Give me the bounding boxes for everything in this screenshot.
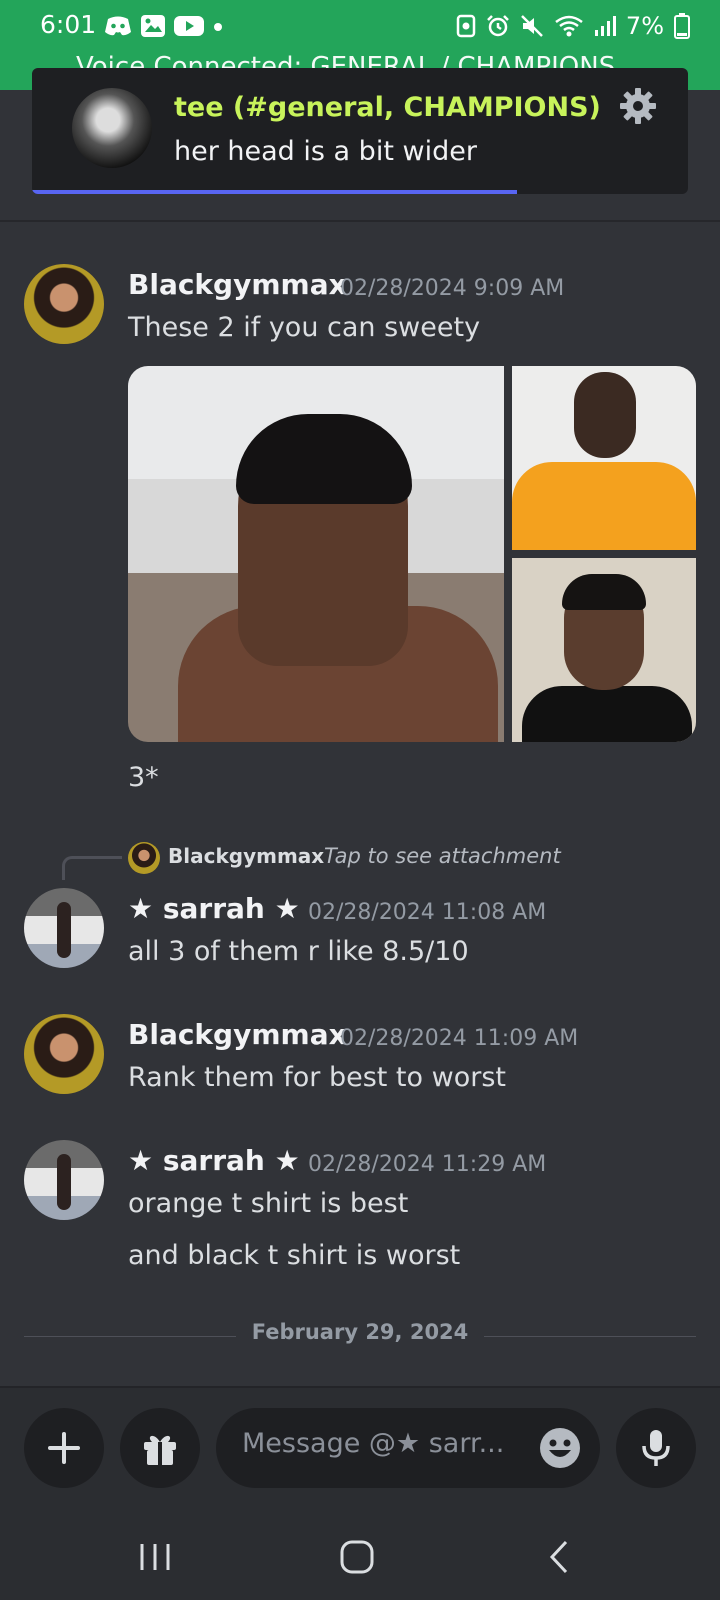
avatar[interactable] xyxy=(24,888,104,968)
mute-icon xyxy=(521,15,543,37)
notification-progress xyxy=(32,190,518,194)
reply-preview-text[interactable]: Tap to see attachment xyxy=(324,844,561,868)
message-timestamp: 02/28/2024 11:09 AM xyxy=(340,1026,579,1051)
alarm-icon xyxy=(487,15,509,37)
message-input-placeholder: Message @★ sarr... xyxy=(242,1428,505,1459)
dot-icon xyxy=(214,23,222,31)
avatar[interactable] xyxy=(24,264,104,344)
avatar xyxy=(72,88,152,168)
message-text: all 3 of them r like 8.5/10 xyxy=(128,936,469,967)
message-text: These 2 if you can sweety xyxy=(128,312,481,343)
message-author[interactable]: ★ sarrah ★ xyxy=(128,1144,300,1177)
date-divider: February 29, 2024 xyxy=(24,1320,696,1354)
voice-message-button[interactable] xyxy=(616,1408,696,1488)
gift-button[interactable] xyxy=(120,1408,200,1488)
divider xyxy=(0,220,720,222)
battery-saver-icon xyxy=(456,14,476,38)
battery-percent: 7% xyxy=(625,12,664,40)
recents-icon[interactable] xyxy=(130,1532,180,1582)
message-notification[interactable]: tee (#general, CHAMPIONS) her head is a … xyxy=(32,68,688,194)
message-timestamp: 02/28/2024 11:08 AM xyxy=(308,900,547,925)
status-time: 6:01 xyxy=(40,10,97,39)
message-composer: Message @★ sarr... xyxy=(0,1386,720,1510)
message-text: and black t shirt is worst xyxy=(128,1240,461,1271)
emoji-icon[interactable] xyxy=(538,1426,582,1470)
reply-author[interactable]: Blackgymmax xyxy=(168,844,324,868)
reply-connector xyxy=(62,856,122,880)
home-icon[interactable] xyxy=(332,1532,382,1582)
gear-icon[interactable] xyxy=(618,86,658,126)
message-timestamp: 02/28/2024 11:29 AM xyxy=(308,1152,547,1177)
message-author[interactable]: Blackgymmax xyxy=(128,1018,347,1051)
message-text: 3* xyxy=(128,762,159,793)
gift-icon xyxy=(144,1435,176,1465)
avatar xyxy=(128,842,160,874)
message-input[interactable]: Message @★ sarr... xyxy=(216,1408,600,1488)
system-status: 7% xyxy=(456,12,690,40)
gallery-icon xyxy=(141,15,165,37)
attachment-image[interactable] xyxy=(128,366,504,742)
message-author[interactable]: Blackgymmax xyxy=(128,268,347,301)
back-icon[interactable] xyxy=(534,1532,584,1582)
attachment-image[interactable] xyxy=(512,366,696,550)
message-timestamp: 02/28/2024 9:09 AM xyxy=(340,276,565,301)
message-text: orange t shirt is best xyxy=(128,1188,409,1219)
date-divider-label: February 29, 2024 xyxy=(235,1320,485,1344)
discord-icon xyxy=(105,16,131,36)
notification-title: tee (#general, CHAMPIONS) xyxy=(174,92,601,123)
add-attachment-button[interactable] xyxy=(24,1408,104,1488)
mic-icon xyxy=(642,1430,670,1466)
message-author[interactable]: ★ sarrah ★ xyxy=(128,892,300,925)
notification-body: her head is a bit wider xyxy=(174,136,477,167)
plus-icon xyxy=(48,1432,80,1464)
wifi-icon xyxy=(555,15,583,37)
avatar[interactable] xyxy=(24,1014,104,1094)
signal-icon xyxy=(594,16,616,36)
avatar[interactable] xyxy=(24,1140,104,1220)
system-navigation-bar xyxy=(0,1510,720,1600)
youtube-icon xyxy=(174,16,204,36)
notification-icons xyxy=(104,14,224,38)
battery-icon xyxy=(674,13,690,39)
message-text: Rank them for best to worst xyxy=(128,1062,506,1093)
attachment-image[interactable] xyxy=(512,558,696,742)
